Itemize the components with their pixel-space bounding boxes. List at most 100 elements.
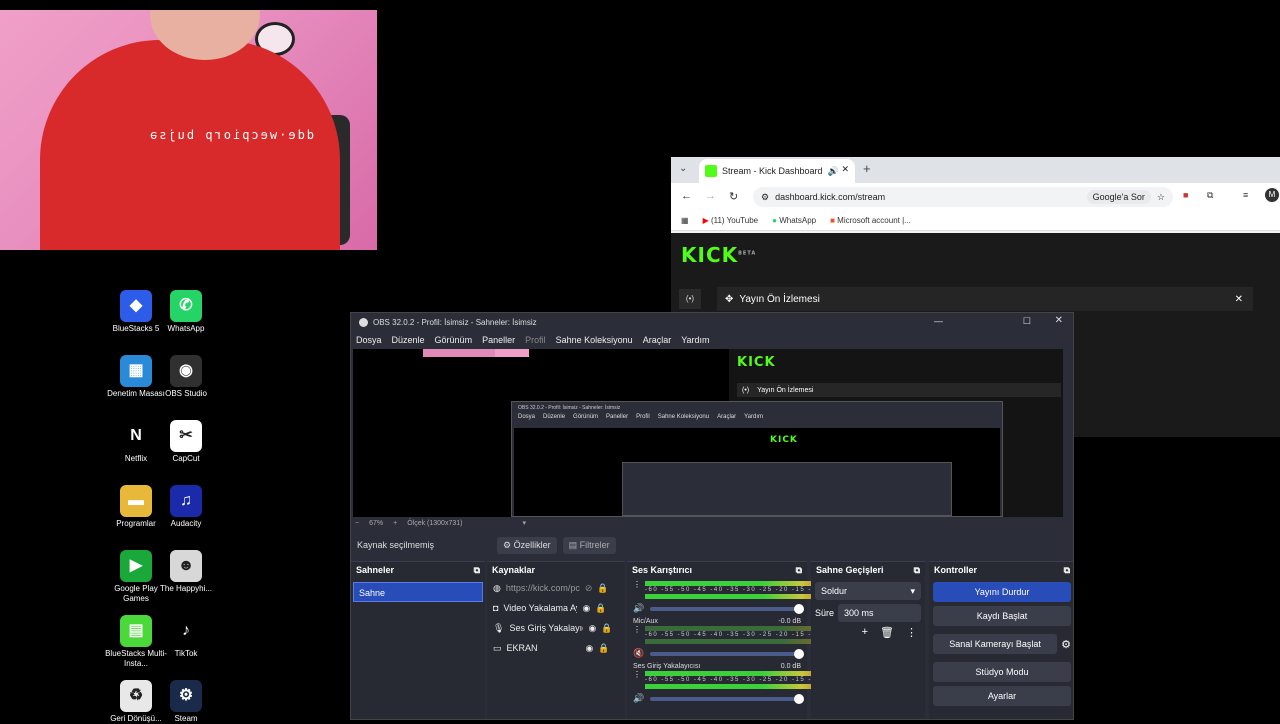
address-bar[interactable]: ⚙ dashboard.kick.com/stream Google'a Sor… <box>753 187 1173 207</box>
add-icon[interactable]: + <box>862 626 868 639</box>
preview-webcam-strip <box>423 349 503 357</box>
filters-button[interactable]: ▤ Filtreler <box>562 536 616 554</box>
volume-slider[interactable] <box>650 648 804 659</box>
site-info-icon[interactable]: ⚙ <box>761 192 769 203</box>
volume-icon[interactable]: 🔊 <box>633 693 644 704</box>
maximize-icon[interactable]: ☐ <box>1023 316 1031 327</box>
broadcast-icon[interactable]: (•) <box>679 289 701 309</box>
extensions-puzzle-icon[interactable]: ⧉ <box>1207 190 1213 201</box>
apps-grid-icon[interactable]: ▦ <box>681 216 689 225</box>
mixer-channel-audio-input: Ses Giriş Yakalayıcısı 0.0 dB ⋮ -60 -55 -… <box>627 661 842 706</box>
extension-icon[interactable]: ■ <box>1183 190 1188 200</box>
webcam-overlay: dde·wecpiorp bujsə <box>0 10 377 250</box>
lock-icon[interactable]: 🔒 <box>601 623 612 634</box>
menu-dosya[interactable]: Dosya <box>356 335 382 345</box>
back-icon[interactable]: ← <box>681 190 692 202</box>
dock-float-icon[interactable]: ⧉ <box>914 565 920 575</box>
new-tab-icon[interactable]: + <box>863 161 871 176</box>
menu-paneller[interactable]: Paneller <box>482 335 515 345</box>
browser-tab[interactable]: Stream - Kick Dashboard 🔊 ✕ <box>699 159 855 183</box>
menu-yardim[interactable]: Yardım <box>681 335 709 345</box>
preview-panel-title: Yayın Ön İzlemesi <box>757 386 814 394</box>
panel-close-icon[interactable]: ✕ <box>1235 294 1243 305</box>
channel-menu-icon[interactable]: ⋮ <box>633 625 641 645</box>
tab-close-icon[interactable]: ✕ <box>841 164 849 175</box>
menu-gorunum[interactable]: Görünüm <box>435 335 473 345</box>
preview-panel-header: ✥ Yayın Ön İzlemesi ✕ <box>717 287 1253 311</box>
dock-float-icon[interactable]: ⧉ <box>474 565 480 575</box>
minimize-icon[interactable]: — <box>934 316 943 326</box>
scale-chevron-icon[interactable]: ▾ <box>522 519 526 527</box>
desktop-icon[interactable]: ✆ WhatsApp <box>155 290 217 334</box>
muted-icon[interactable]: 🔇 <box>633 648 644 659</box>
trash-icon[interactable]: 🗑 <box>880 626 894 639</box>
settings-button[interactable]: Ayarlar <box>933 686 1071 706</box>
volume-slider[interactable] <box>650 693 804 704</box>
scene-item-sahne[interactable]: Sahne <box>353 582 483 602</box>
virtual-cam-button[interactable]: Sanal Kamerayı Başlat <box>933 634 1058 654</box>
reload-icon[interactable]: ↻ <box>729 190 738 203</box>
desktop-icon[interactable]: ☻ The Happyhi... <box>155 550 217 594</box>
lock-icon[interactable]: 🔒 <box>598 643 609 654</box>
properties-button[interactable]: ⚙ Özellikler <box>497 536 557 554</box>
dock-float-icon[interactable]: ⧉ <box>796 565 802 575</box>
desktop-icon[interactable]: ♪ TikTok <box>155 615 217 659</box>
desktop-icon-label: CapCut <box>172 454 200 463</box>
tab-dropdown-icon[interactable]: ⌄ <box>679 163 687 174</box>
visibility-hidden-icon[interactable]: ⊘ <box>585 583 593 594</box>
tab-search-icon[interactable]: ≡ <box>1243 190 1248 200</box>
zoom-minus[interactable]: − <box>355 520 359 527</box>
audio-icon[interactable]: 🔊 <box>828 166 839 177</box>
channel-menu-icon[interactable]: ⋮ <box>633 670 641 690</box>
desktop-icon[interactable]: ✂ CapCut <box>155 420 217 464</box>
menu-profil[interactable]: Profil <box>525 335 546 345</box>
lock-icon[interactable]: 🔒 <box>595 603 606 614</box>
stop-stream-button[interactable]: Yayını Durdur <box>933 582 1071 602</box>
duration-input[interactable]: 300 ms <box>838 604 921 622</box>
more-icon[interactable]: ⋮ <box>906 626 917 639</box>
eye-icon[interactable]: ◉ <box>582 603 590 614</box>
eye-icon[interactable]: ◉ <box>586 643 594 654</box>
start-record-button[interactable]: Kaydı Başlat <box>933 606 1071 626</box>
drag-icon[interactable]: ✥ <box>725 294 733 305</box>
bookmark-star-icon[interactable]: ☆ <box>1157 192 1165 203</box>
close-icon[interactable]: ✕ <box>1055 315 1063 326</box>
dock-float-icon[interactable]: ⧉ <box>1064 565 1070 575</box>
studio-mode-button[interactable]: Stüdyo Modu <box>933 662 1071 682</box>
eye-icon[interactable]: ◉ <box>588 623 596 634</box>
browser-navbar: ← → ↻ ⚙ dashboard.kick.com/stream Google… <box>671 183 1280 211</box>
desktop-icon[interactable]: ⚙ Steam <box>155 680 217 724</box>
zoom-plus[interactable]: + <box>393 520 397 527</box>
source-label: EKRAN <box>506 643 538 653</box>
source-row-screen[interactable]: ▭ EKRAN ◉ 🔒 <box>487 638 625 658</box>
bookmark-microsoft[interactable]: ■ Microsoft account |... <box>830 216 911 225</box>
nested-obs-menu: Dosya Düzenle Görünüm Paneller Profil Sahne K… <box>518 414 764 420</box>
source-row-browser[interactable]: ◍ https://kick.com/pc ⊘ 🔒 <box>487 578 625 598</box>
lock-icon[interactable]: 🔒 <box>597 583 608 594</box>
url-text: dashboard.kick.com/stream <box>775 192 886 202</box>
channel-menu-icon[interactable]: ⋮ <box>633 580 641 600</box>
menu-sahne-koleksiyonu[interactable]: Sahne Koleksiyonu <box>556 335 633 345</box>
volume-icon[interactable]: 🔊 <box>633 603 644 614</box>
transition-buttons: + 🗑 ⋮ <box>811 626 925 639</box>
menu-duzenle[interactable]: Düzenle <box>392 335 425 345</box>
scale-dropdown[interactable]: Ölçek (1300x731) <box>407 520 462 527</box>
desktop-icon[interactable]: ◉ OBS Studio <box>155 355 217 399</box>
obs-preview[interactable]: KICK (•) Yayın Ön İzlemesi OBS 32.0.2 - … <box>353 349 1063 517</box>
source-row-audio[interactable]: 🎙 Ses Giriş Yakalayıcı ◉ 🔒 <box>487 618 625 638</box>
bookmark-whatsapp[interactable]: ● WhatsApp <box>772 216 816 225</box>
kick-logo[interactable]: KICKBETA <box>681 243 756 267</box>
gear-icon[interactable]: ⚙ <box>1061 638 1071 651</box>
profile-avatar[interactable]: M <box>1265 188 1279 202</box>
source-row-video[interactable]: ◘ Video Yakalama Ay ◉ 🔒 <box>487 598 625 618</box>
menu-araclar[interactable]: Araçlar <box>643 335 672 345</box>
nested-kick-logo: KICK <box>770 435 798 445</box>
forward-icon[interactable]: → <box>705 190 716 202</box>
bookmark-youtube[interactable]: ▶ (11) YouTube <box>703 216 759 225</box>
google-ask-button[interactable]: Google'a Sor <box>1086 190 1151 204</box>
transition-select[interactable]: Soldur ▾ <box>815 582 921 600</box>
desktop-icon[interactable]: ♫ Audacity <box>155 485 217 529</box>
duration-label: Süre <box>815 608 835 618</box>
app-icon: ✂ <box>170 420 202 452</box>
volume-slider[interactable] <box>650 603 804 614</box>
